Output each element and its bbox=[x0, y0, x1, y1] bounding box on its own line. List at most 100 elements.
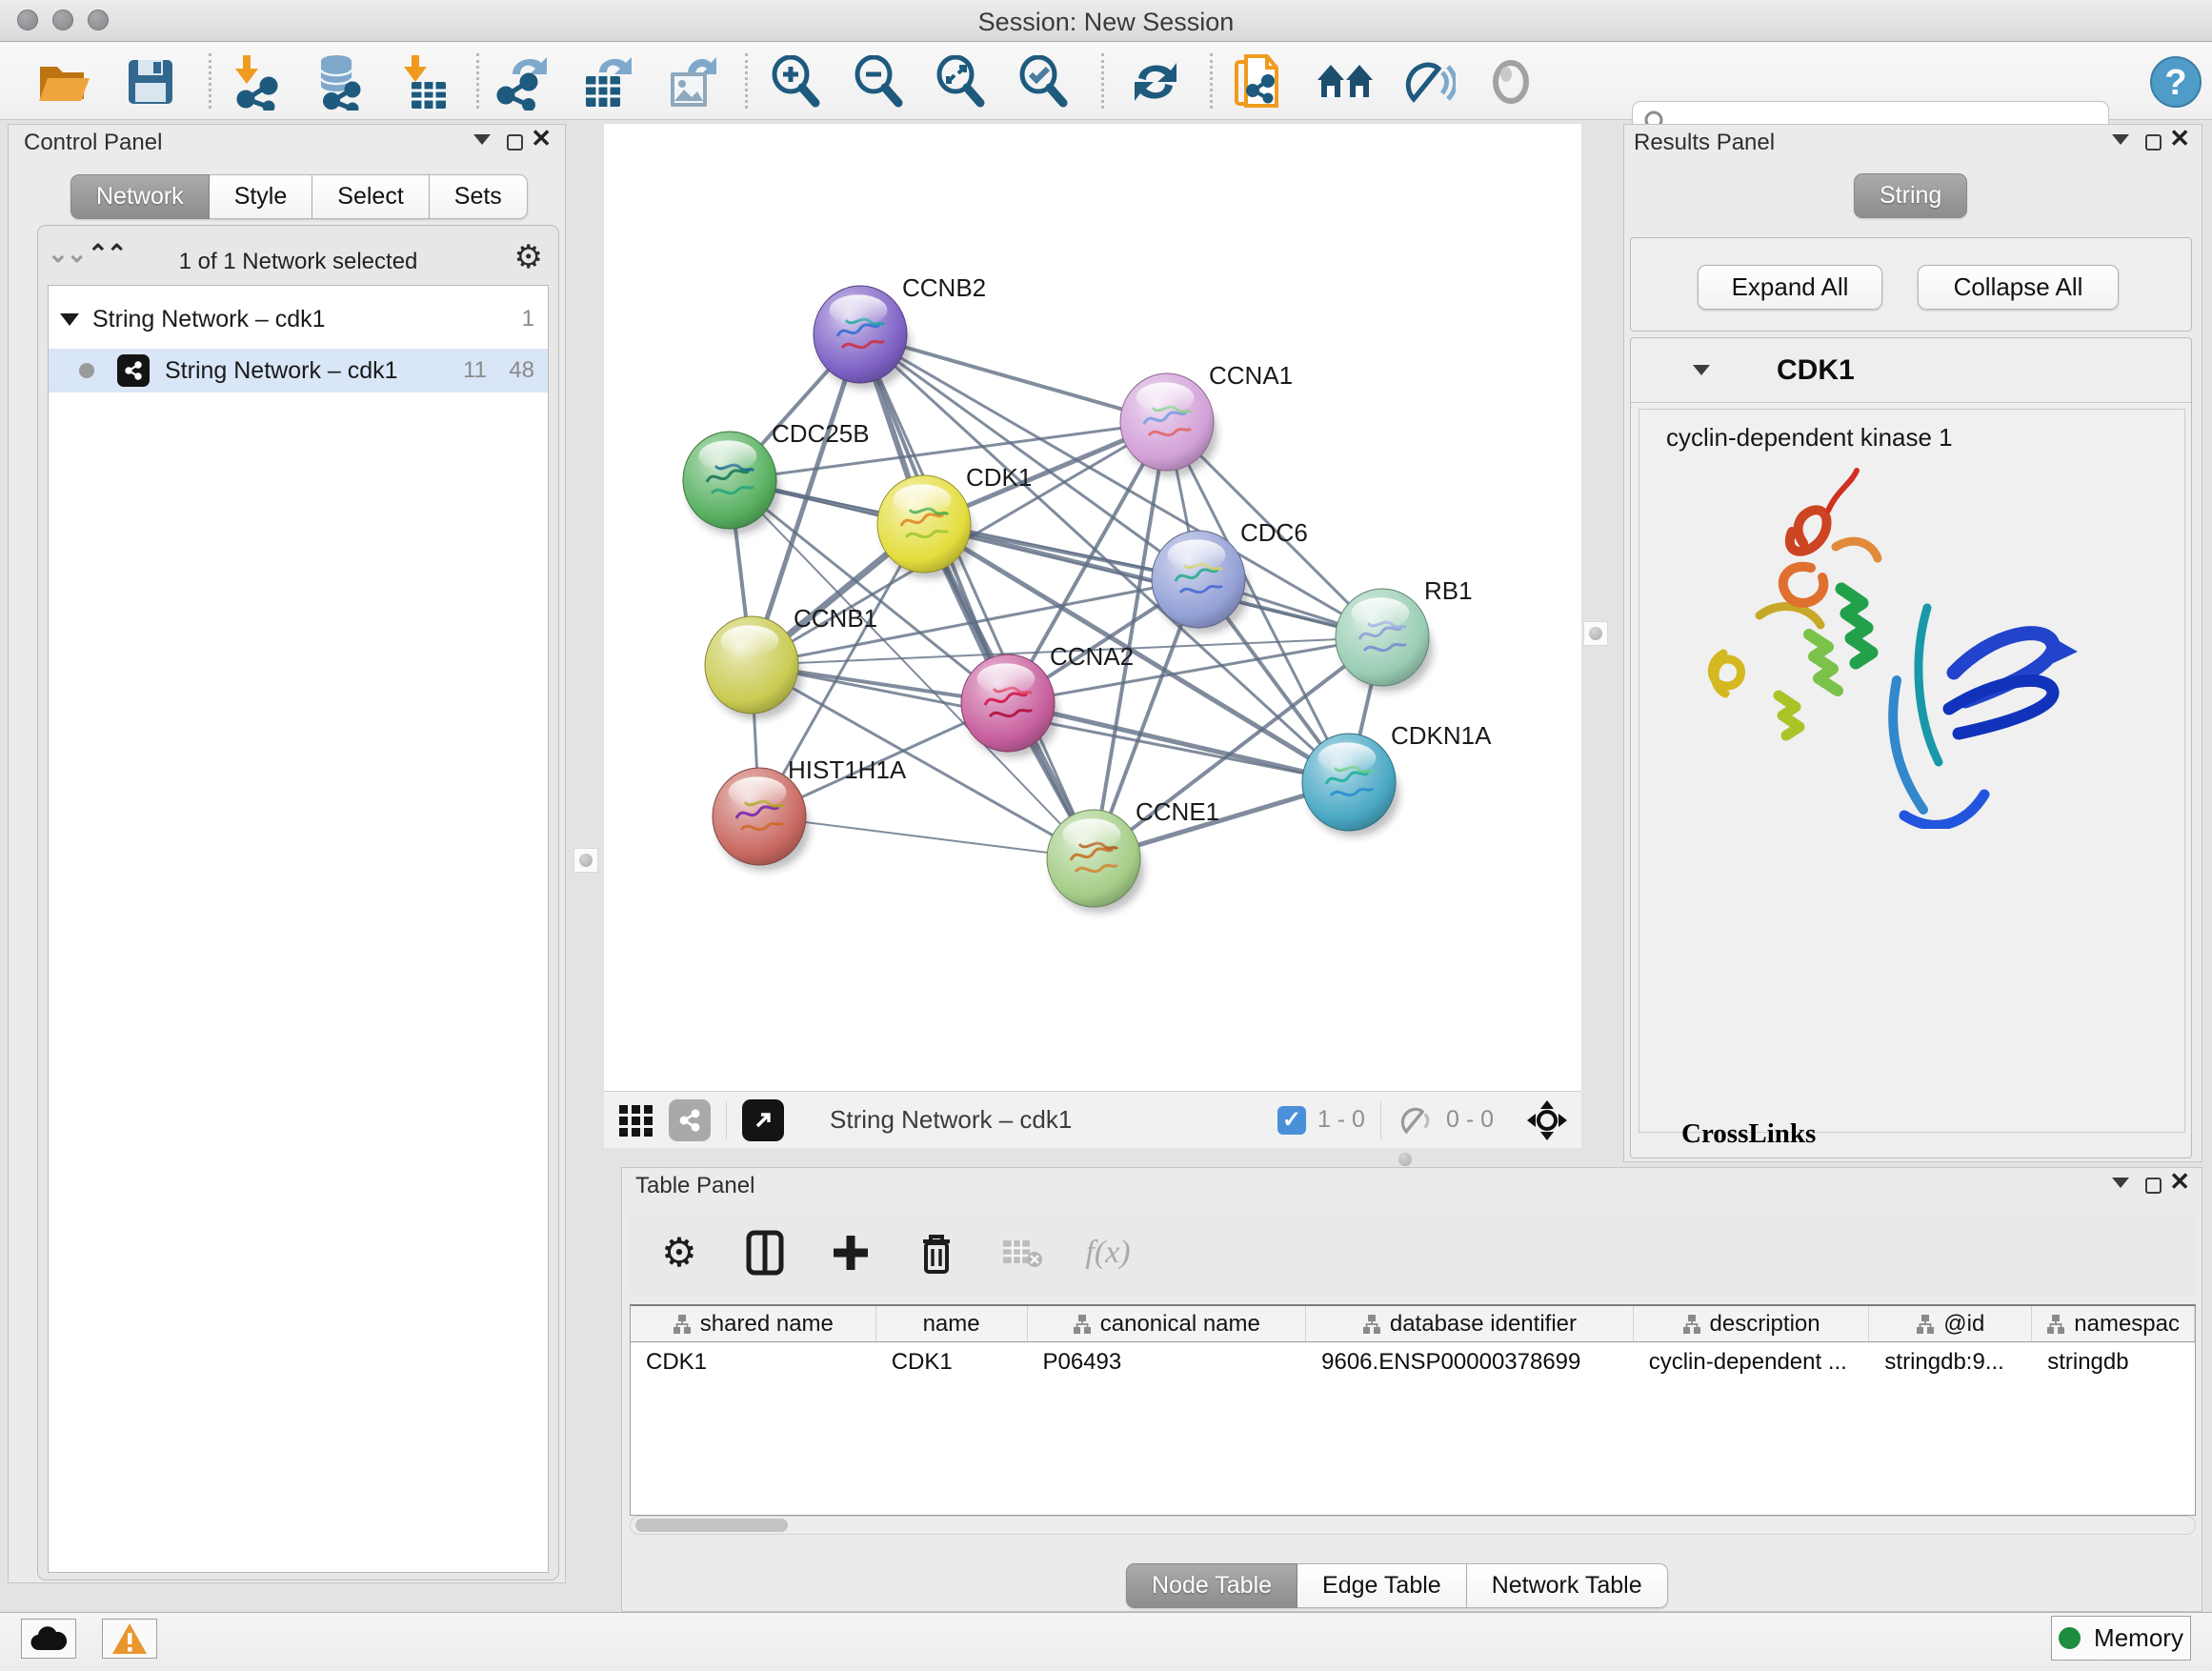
network-row-selected[interactable]: String Network – cdk1 11 48 bbox=[49, 349, 548, 393]
table-settings-gear-icon[interactable]: ⚙ bbox=[654, 1228, 704, 1278]
svg-text:CDC25B: CDC25B bbox=[772, 419, 870, 448]
network-node-CDC25B[interactable] bbox=[683, 432, 780, 534]
svg-text:CCNB2: CCNB2 bbox=[902, 273, 986, 302]
gene-expander-icon[interactable] bbox=[1693, 365, 1710, 375]
network-collection-row[interactable]: String Network – cdk1 1 bbox=[49, 297, 548, 341]
tab-string[interactable]: String bbox=[1854, 173, 1967, 218]
warning-button[interactable] bbox=[102, 1619, 157, 1659]
scrollbar-thumb[interactable] bbox=[635, 1519, 788, 1532]
toolbar-divider bbox=[726, 1101, 727, 1139]
table-row[interactable]: CDK1CDK1P064939606.ENSP00000378699cyclin… bbox=[631, 1342, 2195, 1382]
grid-view-icon[interactable] bbox=[617, 1101, 655, 1139]
save-session-button[interactable] bbox=[117, 52, 184, 111]
collapse-all-button[interactable]: Collapse All bbox=[1918, 265, 2119, 310]
network-node-CDK1[interactable] bbox=[877, 475, 975, 578]
tab-style[interactable]: Style bbox=[210, 174, 313, 219]
column-header-namespac[interactable]: namespac bbox=[2032, 1306, 2195, 1341]
column-header-canonical-name[interactable]: canonical name bbox=[1028, 1306, 1307, 1341]
network-node-CCNE1[interactable] bbox=[1047, 810, 1144, 913]
column-header-name[interactable]: name bbox=[876, 1306, 1028, 1341]
expand-all-button[interactable]: Expand All bbox=[1698, 265, 1882, 310]
network-canvas[interactable]: CCNB2CCNA1CDC25BCDK1CDC6RB1CCNB1CCNA2CDK… bbox=[604, 124, 1581, 1091]
delete-table-icon[interactable] bbox=[997, 1228, 1047, 1278]
string-home-button[interactable] bbox=[1312, 52, 1378, 111]
column-header-@id[interactable]: @id bbox=[1869, 1306, 2032, 1341]
tab-select[interactable]: Select bbox=[312, 174, 429, 219]
open-session-button[interactable] bbox=[30, 52, 97, 111]
cloud-button[interactable] bbox=[21, 1619, 76, 1659]
zoom-selected-button[interactable] bbox=[1011, 52, 1077, 111]
panel-close-icon[interactable]: ✕ bbox=[2169, 1174, 2190, 1190]
help-button[interactable]: ? bbox=[2142, 52, 2209, 111]
clone-network-button[interactable] bbox=[1224, 52, 1291, 111]
table-panel-title: Table Panel bbox=[635, 1173, 754, 1199]
export-network-button[interactable] bbox=[489, 52, 555, 111]
column-label: namespac bbox=[2074, 1311, 2180, 1338]
panel-float-icon[interactable] bbox=[2145, 1178, 2162, 1194]
network-badge-icon[interactable] bbox=[669, 1099, 711, 1141]
apply-layout-button[interactable] bbox=[1122, 52, 1189, 111]
import-database-icon bbox=[312, 53, 365, 111]
function-builder-icon[interactable]: f(x) bbox=[1083, 1228, 1133, 1278]
splitter-dot-icon bbox=[579, 854, 593, 867]
zoom-in-button[interactable] bbox=[763, 52, 830, 111]
network-tab-content: ⌄⌄ ⌃⌃ 1 of 1 Network selected ⚙ String N… bbox=[37, 225, 559, 1580]
tab-sets[interactable]: Sets bbox=[430, 174, 528, 219]
import-network-button[interactable] bbox=[221, 52, 288, 111]
zoom-out-button[interactable] bbox=[846, 52, 913, 111]
memory-button[interactable]: Memory bbox=[2051, 1616, 2191, 1661]
network-file-icon bbox=[1231, 52, 1284, 111]
network-node-RB1[interactable] bbox=[1336, 589, 1433, 692]
network-node-CCNA1[interactable] bbox=[1120, 373, 1217, 476]
tab-edge-table[interactable]: Edge Table bbox=[1297, 1563, 1467, 1608]
tab-network[interactable]: Network bbox=[70, 174, 210, 219]
zoom-selected-icon bbox=[1017, 55, 1071, 109]
tab-node-table[interactable]: Node Table bbox=[1126, 1563, 1297, 1608]
detach-view-icon[interactable] bbox=[742, 1099, 784, 1141]
left-splitter-handle[interactable] bbox=[573, 848, 598, 873]
panel-menu-icon[interactable] bbox=[2112, 134, 2129, 145]
panel-float-icon[interactable] bbox=[507, 134, 523, 151]
gene-section-header[interactable]: CDK1 bbox=[1631, 338, 2191, 403]
zoom-fit-button[interactable] bbox=[928, 52, 995, 111]
show-columns-icon[interactable] bbox=[740, 1228, 790, 1278]
panel-close-icon[interactable]: ✕ bbox=[2169, 131, 2190, 147]
gene-description: cyclin-dependent kinase 1 bbox=[1666, 423, 1953, 453]
status-bar: Memory bbox=[0, 1612, 2212, 1671]
panel-menu-icon[interactable] bbox=[2112, 1178, 2129, 1188]
birdseye-crosshair-icon[interactable] bbox=[1526, 1099, 1568, 1141]
import-database-button[interactable] bbox=[305, 52, 372, 111]
network-node-CDKN1A[interactable] bbox=[1302, 734, 1399, 836]
table-horizontal-scrollbar[interactable] bbox=[630, 1516, 2196, 1535]
panel-float-icon[interactable] bbox=[2145, 134, 2162, 151]
export-image-button[interactable] bbox=[658, 52, 725, 111]
network-node-CCNA2[interactable] bbox=[961, 654, 1058, 757]
selected-nodes-checkbox-icon[interactable]: ✓ bbox=[1277, 1106, 1306, 1135]
right-splitter-handle[interactable] bbox=[1583, 621, 1608, 646]
delete-column-trash-icon[interactable] bbox=[912, 1228, 961, 1278]
import-table-button[interactable] bbox=[390, 52, 456, 111]
export-image-icon bbox=[665, 53, 718, 111]
hide-graphics-details-button[interactable] bbox=[1395, 52, 1461, 111]
panel-menu-icon[interactable] bbox=[473, 134, 491, 145]
current-network-dot-icon bbox=[79, 363, 94, 378]
save-floppy-icon bbox=[126, 57, 175, 107]
column-header-description[interactable]: description bbox=[1634, 1306, 1870, 1341]
export-network-icon bbox=[495, 53, 549, 111]
tab-network-table[interactable]: Network Table bbox=[1467, 1563, 1668, 1608]
svg-text:?: ? bbox=[2164, 63, 2186, 103]
export-table-button[interactable] bbox=[573, 52, 640, 111]
tree-expander-icon[interactable] bbox=[60, 313, 79, 326]
show-graphics-details-button[interactable] bbox=[1478, 52, 1544, 111]
network-panel-gear-icon[interactable]: ⚙ bbox=[514, 241, 543, 273]
svg-text:CDKN1A: CDKN1A bbox=[1391, 721, 1492, 750]
add-column-icon[interactable] bbox=[826, 1228, 875, 1278]
svg-text:HIST1H1A: HIST1H1A bbox=[788, 755, 907, 784]
column-header-database-identifier[interactable]: database identifier bbox=[1306, 1306, 1634, 1341]
column-header-shared-name[interactable]: shared name bbox=[631, 1306, 876, 1341]
panel-close-icon[interactable]: ✕ bbox=[531, 131, 552, 147]
export-table-icon bbox=[580, 53, 633, 111]
horizontal-splitter-handle[interactable] bbox=[1398, 1153, 1412, 1166]
network-node-CCNB2[interactable] bbox=[814, 286, 911, 389]
network-node-CDC6[interactable] bbox=[1152, 531, 1249, 634]
